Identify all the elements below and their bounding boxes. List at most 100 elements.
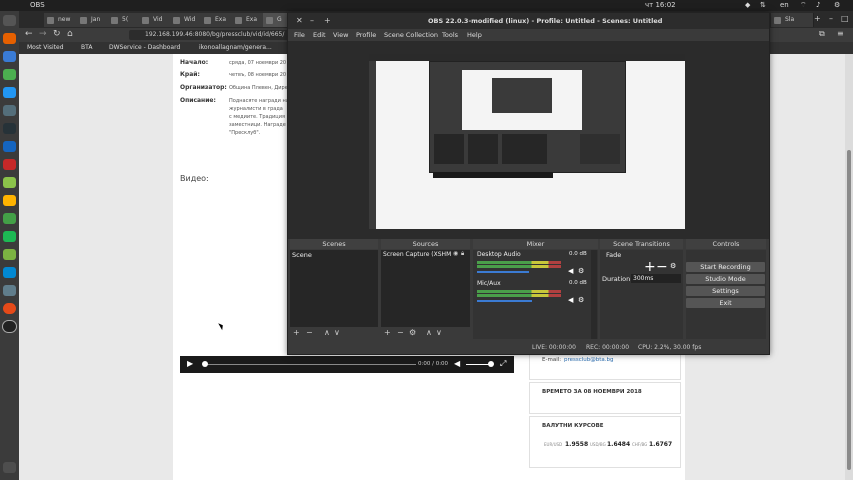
remove-icon[interactable]: −	[397, 328, 404, 337]
maximize-icon[interactable]: +	[324, 16, 331, 25]
menu-scene-collection[interactable]: Scene Collection	[384, 31, 438, 39]
preview-nested-sources	[468, 134, 498, 164]
bookmark-dwservice[interactable]: DWService - Dashboard	[109, 44, 180, 51]
minimize-icon[interactable]: –	[310, 16, 314, 25]
move-up-icon[interactable]: ∧	[324, 328, 330, 337]
chrome-icon[interactable]	[3, 69, 16, 80]
start-recording-button[interactable]: Start Recording	[686, 262, 765, 272]
bookmark-github[interactable]: ikonoallagnam/genera...	[199, 44, 272, 51]
remove-transition-icon[interactable]: −	[656, 259, 668, 275]
preview-nested-obs-inner	[492, 78, 552, 113]
wifi-icon[interactable]: ⌔	[800, 1, 807, 10]
menu-file[interactable]: File	[294, 31, 305, 39]
menu-edit[interactable]: Edit	[313, 31, 326, 39]
remove-icon[interactable]: −	[306, 328, 313, 337]
channel-settings-gear-icon[interactable]: ⚙	[578, 296, 584, 304]
move-up-icon[interactable]: ∧	[426, 328, 432, 337]
email-icon[interactable]	[3, 105, 16, 116]
menu-icon[interactable]: ≡	[837, 29, 844, 38]
fullscreen-icon[interactable]: ⤢	[500, 359, 506, 369]
obs-icon[interactable]	[3, 321, 16, 332]
add-icon[interactable]: +	[384, 328, 391, 337]
obs-preview[interactable]	[288, 41, 769, 239]
software-center-icon[interactable]	[3, 159, 16, 170]
document-icon[interactable]	[3, 141, 16, 152]
active-app-name: OBS	[30, 1, 45, 9]
transition-settings-gear-icon[interactable]: ⚙	[670, 262, 676, 270]
video-progress-handle[interactable]	[202, 361, 208, 367]
obs-title-bar: ✕ – + OBS 22.0.3-modified (linux) - Prof…	[288, 13, 769, 29]
source-item[interactable]: Screen Capture (XSHM	[383, 251, 451, 258]
back-icon[interactable]: ←	[25, 29, 33, 39]
settings-button[interactable]: Settings	[686, 286, 765, 296]
lock-icon[interactable]: 🔒︎	[461, 250, 464, 258]
android-icon[interactable]	[3, 249, 16, 260]
obs-window: ✕ – + OBS 22.0.3-modified (linux) - Prof…	[287, 12, 770, 355]
eye-icon[interactable]: ◉	[453, 250, 458, 257]
volume-handle[interactable]	[488, 361, 494, 367]
bookmark-bta[interactable]: BTA	[81, 44, 92, 51]
volume-icon[interactable]: ♪	[816, 1, 820, 9]
files-icon[interactable]	[3, 51, 16, 62]
menu-tools[interactable]: Tools	[442, 31, 458, 39]
volume-icon[interactable]: ◀	[454, 359, 460, 368]
play-icon[interactable]: ▶	[187, 359, 193, 368]
channel-settings-gear-icon[interactable]: ⚙	[578, 267, 584, 275]
properties-gear-icon[interactable]: ⚙	[409, 328, 416, 337]
close-icon[interactable]: ✕	[296, 16, 303, 25]
app-round-icon[interactable]	[3, 303, 16, 314]
bookmark-most-visited[interactable]: Most Visited	[27, 44, 64, 51]
transition-select[interactable]: Fade	[606, 251, 621, 259]
settings-icon[interactable]	[3, 285, 16, 296]
dropbox-icon[interactable]: ◆	[745, 1, 750, 9]
maximize-icon[interactable]: □	[841, 14, 849, 23]
spotify-icon[interactable]	[3, 231, 16, 242]
language-indicator[interactable]: en	[780, 1, 789, 9]
video-label: Видео:	[180, 174, 209, 183]
minimize-icon[interactable]: –	[829, 14, 833, 23]
volume-slider[interactable]	[477, 271, 529, 273]
trash-icon[interactable]	[3, 462, 16, 473]
email-link[interactable]: pressclub@bta.bg	[564, 357, 614, 363]
app-icon[interactable]	[3, 213, 16, 224]
speaker-icon[interactable]: ◀	[568, 267, 573, 275]
network-icon[interactable]: ⇅	[760, 1, 766, 9]
scrollbar-thumb[interactable]	[847, 150, 851, 470]
move-down-icon[interactable]: ∨	[334, 328, 340, 337]
volume-slider[interactable]	[477, 300, 532, 302]
vpn-icon[interactable]	[3, 267, 16, 278]
move-down-icon[interactable]: ∨	[436, 328, 442, 337]
mixer-scrollbar[interactable]	[591, 250, 597, 339]
settings-gear-icon[interactable]: ⚙	[834, 1, 840, 9]
terminal-icon[interactable]	[3, 123, 16, 134]
volume-slider[interactable]	[466, 364, 490, 365]
unity-launcher	[0, 11, 19, 480]
scenes-list[interactable]: Scene	[290, 250, 378, 327]
browser-icon[interactable]	[3, 87, 16, 98]
exit-button[interactable]: Exit	[686, 298, 765, 308]
presentation-icon[interactable]	[3, 195, 16, 206]
new-tab-icon[interactable]: +	[814, 14, 821, 23]
system-clock[interactable]: чт 16:02	[645, 1, 676, 9]
forward-icon[interactable]: →	[39, 29, 47, 39]
speaker-icon[interactable]: ◀	[568, 296, 573, 304]
add-transition-icon[interactable]: +	[644, 259, 656, 275]
menu-view[interactable]: View	[333, 31, 348, 39]
scene-item[interactable]: Scene	[292, 251, 312, 259]
sources-list[interactable]: Screen Capture (XSHM ◉ 🔒︎	[381, 250, 470, 327]
browser-tab[interactable]: Sla	[771, 13, 814, 27]
firefox-icon[interactable]	[3, 33, 16, 44]
menu-help[interactable]: Help	[467, 31, 482, 39]
add-icon[interactable]: +	[293, 328, 300, 337]
reload-icon[interactable]: ↻	[53, 29, 61, 39]
duration-field[interactable]: 300ms	[631, 274, 681, 283]
ubuntu-logo-icon[interactable]	[3, 15, 16, 26]
home-icon[interactable]: ⌂	[67, 29, 73, 39]
studio-mode-button[interactable]: Studio Mode	[686, 274, 765, 284]
spreadsheet-icon[interactable]	[3, 177, 16, 188]
video-progress-bar[interactable]	[204, 364, 416, 365]
menu-profile[interactable]: Profile	[356, 31, 376, 39]
preview-nested-mixer	[502, 134, 547, 164]
start-value: сряда, 07 ноември 20	[229, 60, 287, 66]
extension-icon[interactable]: ⧉	[819, 29, 825, 39]
